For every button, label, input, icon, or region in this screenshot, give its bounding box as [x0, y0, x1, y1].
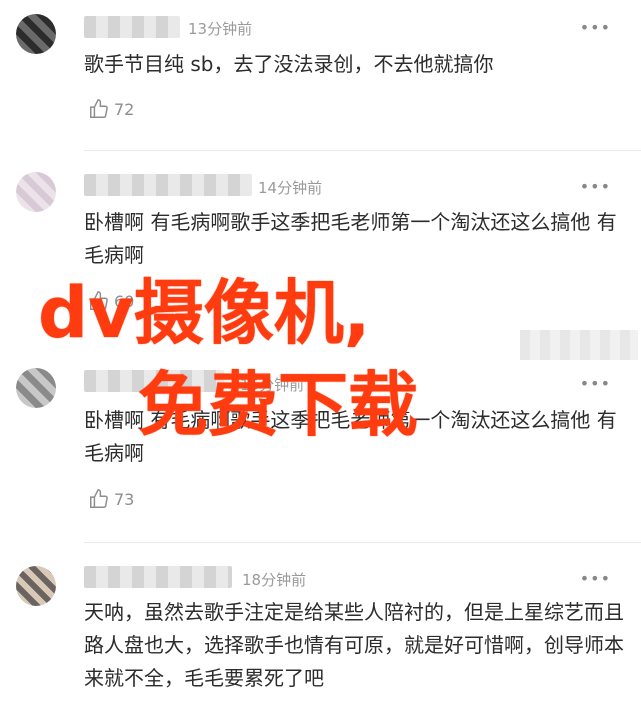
more-options-icon[interactable]: •••: [580, 18, 611, 37]
watermark-line-2: 免费下载: [138, 364, 418, 446]
username-blurred[interactable]: [84, 16, 180, 38]
like-button[interactable]: 72: [88, 98, 134, 120]
avatar[interactable]: [16, 172, 56, 212]
comment-time: 18分钟前: [242, 571, 307, 589]
comment-text: 歌手节目纯 sb，去了没法录创，不去他就搞你: [84, 52, 494, 76]
like-button[interactable]: 73: [88, 488, 134, 510]
avatar[interactable]: [16, 368, 56, 408]
more-options-icon[interactable]: •••: [580, 374, 611, 393]
comment-text: 天呐，虽然去歌手注定是给某些人陪衬的，但是上星综艺而且路人盘也大，选择歌手也情有…: [84, 600, 624, 690]
username-blurred[interactable]: [84, 566, 232, 588]
like-count: 72: [114, 99, 135, 119]
blurred-reply-area: [520, 330, 638, 360]
divider: [84, 542, 641, 543]
like-count: 73: [114, 489, 135, 509]
comment-text: 卧槽啊 有毛病啊歌手这季把毛老师第一个淘汰还这么搞他 有毛病啊: [84, 210, 617, 267]
more-options-icon[interactable]: •••: [580, 177, 611, 196]
comment-time: 13分钟前: [188, 20, 253, 38]
username-blurred[interactable]: [84, 174, 252, 196]
more-options-icon[interactable]: •••: [580, 569, 611, 588]
watermark-line-1: dv摄像机,: [38, 272, 371, 354]
thumbs-up-icon: [90, 99, 108, 118]
thumbs-up-icon: [90, 489, 108, 508]
divider: [84, 150, 641, 151]
avatar[interactable]: [16, 14, 56, 54]
comment-time: 14分钟前: [258, 179, 323, 197]
avatar[interactable]: [16, 566, 56, 606]
